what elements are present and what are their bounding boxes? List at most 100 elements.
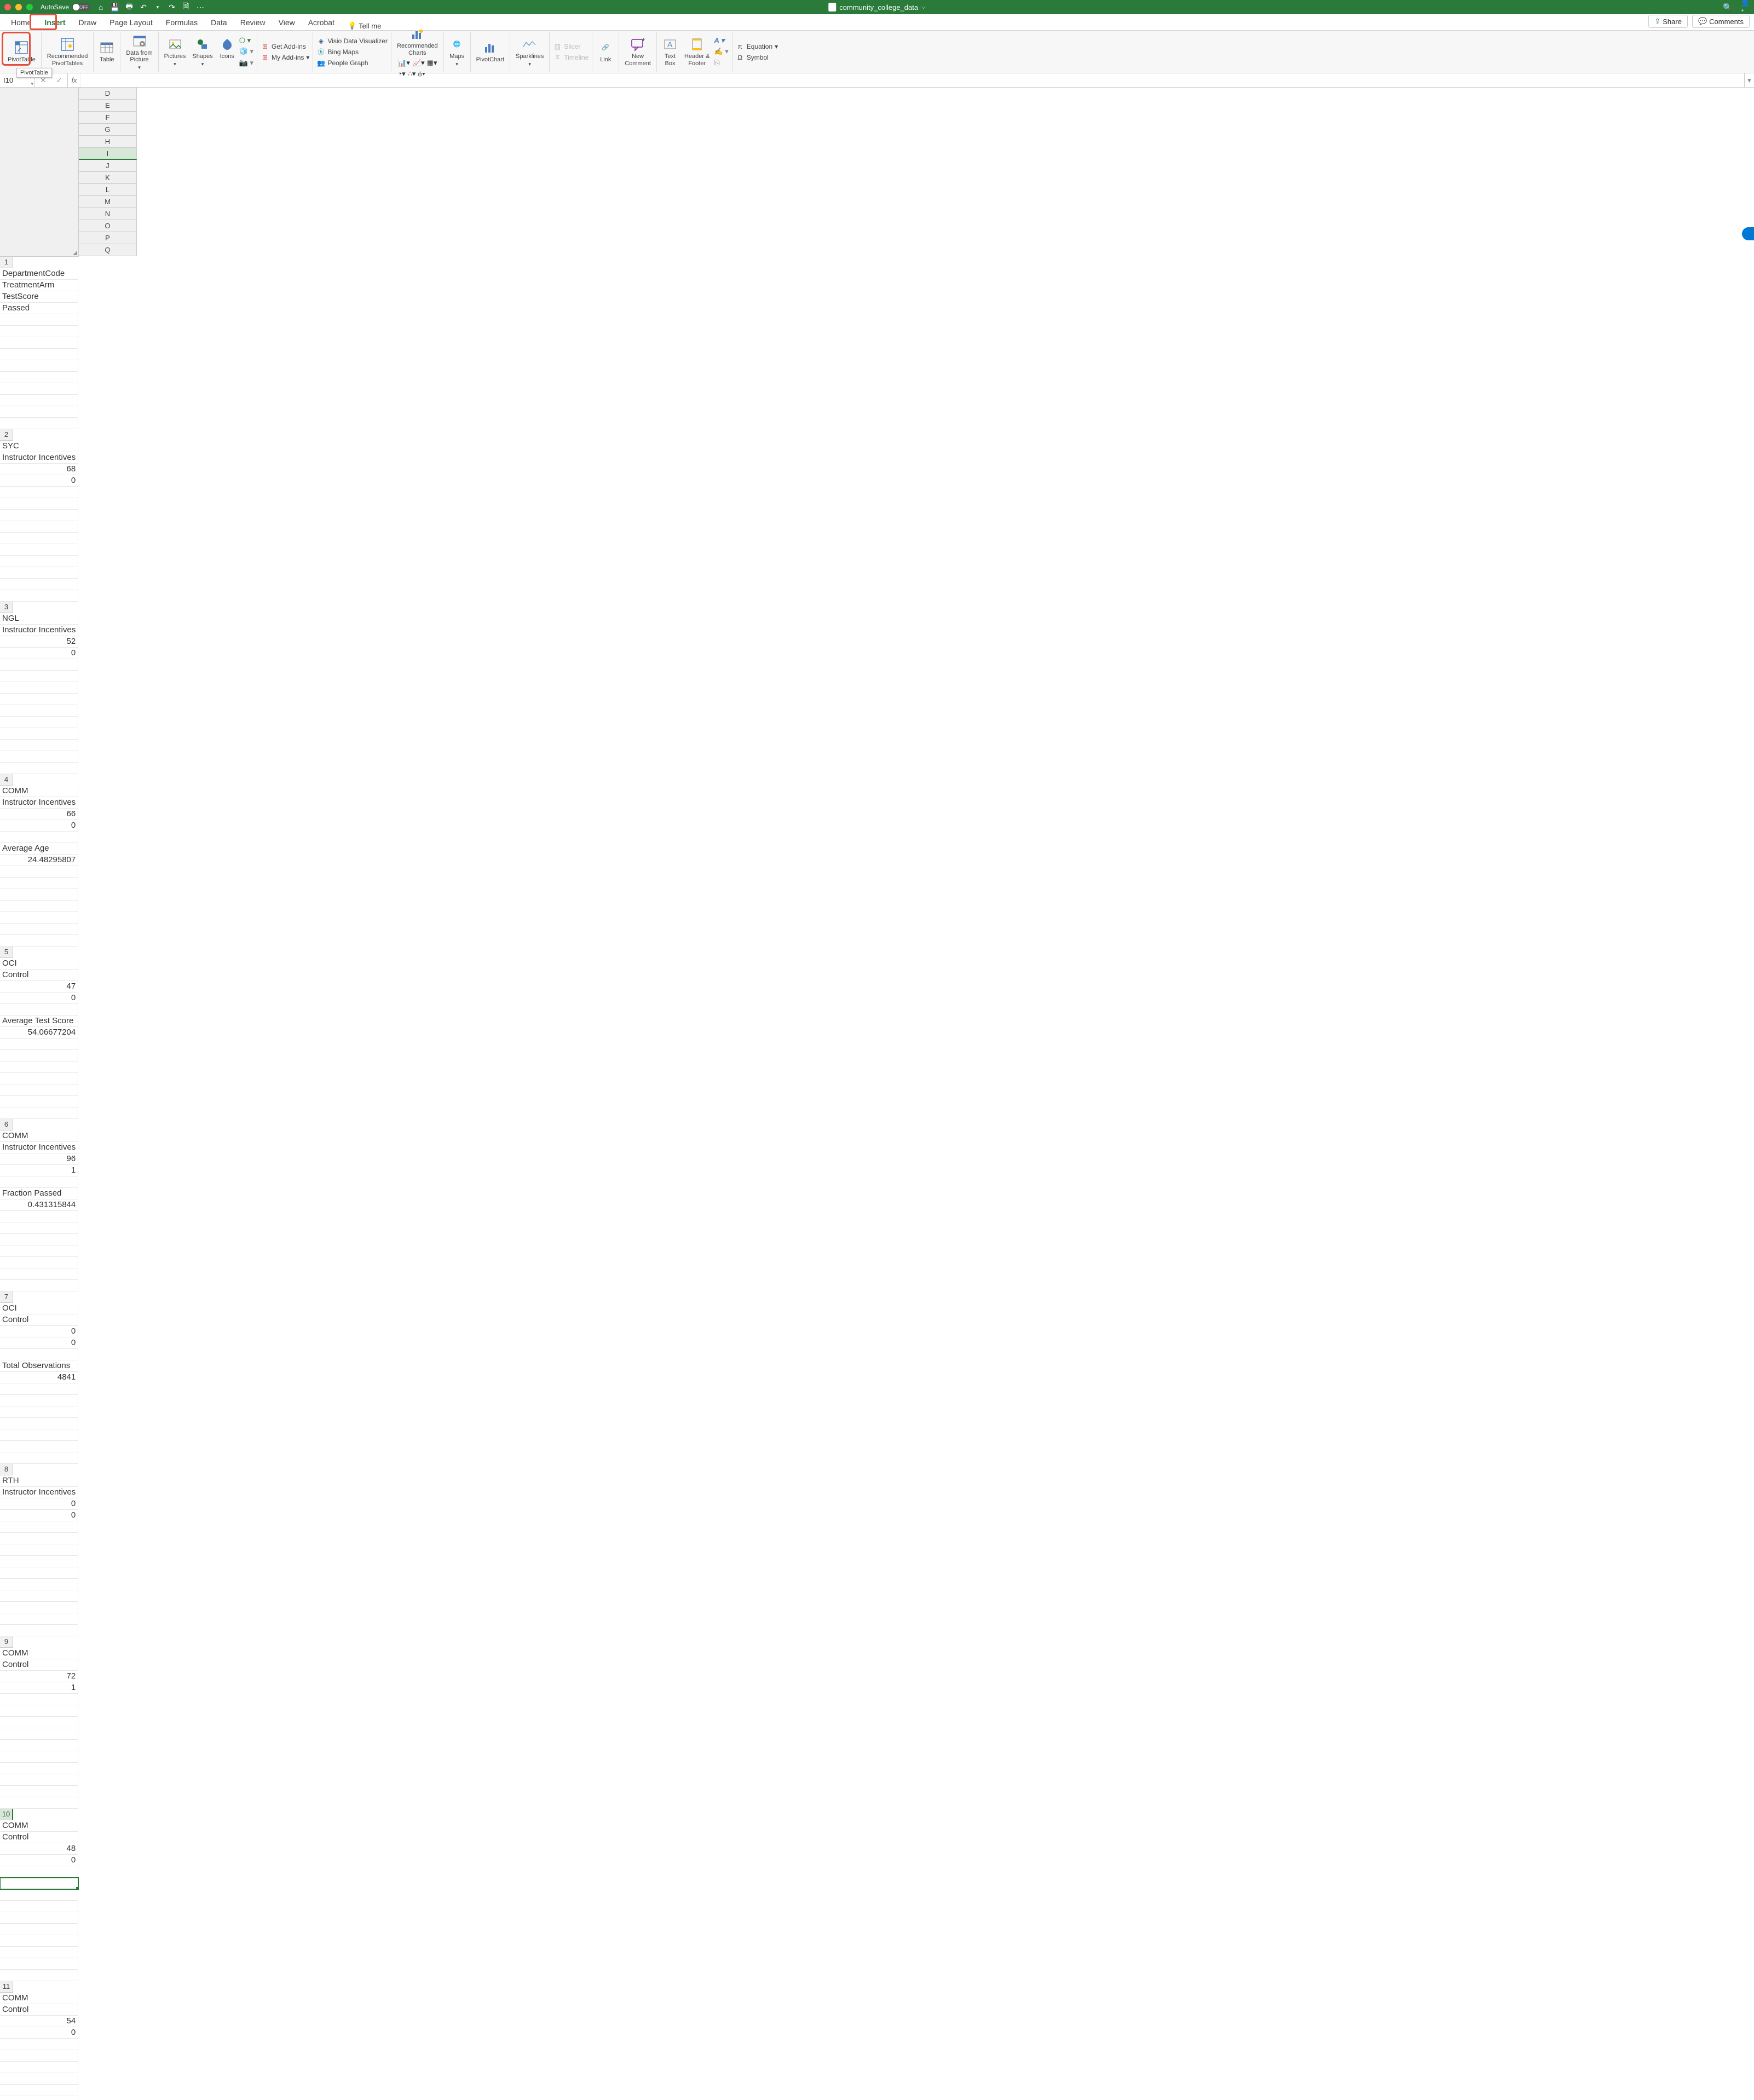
cell[interactable] [0,521,78,533]
symbol-button[interactable]: ΩSymbol [736,53,778,62]
cell[interactable]: 48 [0,1843,78,1855]
bar-chart-icon[interactable]: 📊▾ [397,59,410,67]
cell[interactable]: Total Observations [0,1360,78,1372]
cell[interactable] [0,1625,78,1636]
cell[interactable] [0,1924,78,1935]
cell[interactable]: COMM [0,1993,78,2004]
cell[interactable] [0,406,78,418]
hierarchy-chart-icon[interactable]: ▦▾ [427,59,437,67]
cell[interactable] [0,866,78,878]
autosave-toggle[interactable]: OFF [72,3,90,11]
people-graph-button[interactable]: 👥People Graph [316,58,388,68]
cell[interactable] [0,1912,78,1924]
cell[interactable] [0,1935,78,1947]
column-header-I[interactable]: I [79,148,137,160]
maximize-window[interactable] [26,4,33,10]
cell[interactable]: Control [0,970,78,981]
cell[interactable] [0,1694,78,1705]
new-comment-button[interactable]: + New Comment [622,36,653,68]
cell[interactable]: Average Age [0,843,78,855]
cell[interactable] [0,360,78,372]
cell[interactable]: Instructor Incentives [0,797,78,809]
cell[interactable] [0,498,78,510]
cell[interactable]: Fraction Passed [0,1188,78,1199]
cell[interactable] [0,1740,78,1751]
cell[interactable] [0,1222,78,1234]
undo-dropdown-icon[interactable]: ▾ [153,3,162,11]
row-header-10[interactable]: 10 [0,1809,13,1820]
autosave[interactable]: AutoSave OFF [41,3,90,11]
cell[interactable]: Instructor Incentives [0,1487,78,1498]
cell[interactable]: 68 [0,464,78,475]
cell[interactable] [0,935,78,947]
cell[interactable] [0,924,78,935]
cell[interactable] [0,1579,78,1590]
column-header-E[interactable]: E [79,100,137,112]
cell[interactable] [0,878,78,889]
new-doc-icon[interactable]: 🗎 [182,3,191,11]
cell[interactable] [0,590,78,602]
cell[interactable]: Instructor Incentives [0,452,78,464]
column-header-K[interactable]: K [79,172,137,184]
tab-page-layout[interactable]: Page Layout [103,15,159,30]
cell[interactable]: 0 [0,1855,78,1866]
row-header-11[interactable]: 11 [0,1981,13,1993]
row-header-5[interactable]: 5 [0,947,13,958]
redo-icon[interactable]: ↷ [168,3,176,11]
equation-button[interactable]: πEquation ▾ [736,42,778,51]
column-header-Q[interactable]: Q [79,244,137,256]
cell[interactable]: 0 [0,475,78,487]
cell[interactable] [0,1073,78,1084]
row-header-2[interactable]: 2 [0,429,13,441]
cell[interactable] [0,717,78,728]
tell-me[interactable]: 💡 Tell me [348,21,381,30]
cell[interactable]: DepartmentCode [0,268,78,280]
cell[interactable] [0,1441,78,1452]
row-header-6[interactable]: 6 [0,1119,13,1130]
cell[interactable] [0,1395,78,1406]
cell[interactable] [0,372,78,383]
cell[interactable] [0,1970,78,1981]
tab-insert[interactable]: Insert [38,15,72,30]
cell[interactable]: 0 [0,648,78,659]
cell[interactable] [0,694,78,705]
cell[interactable] [0,901,78,912]
smartart-icon[interactable]: ⬡ ▾ [239,36,253,45]
cell[interactable]: COMM [0,1130,78,1142]
share-button[interactable]: ⇪ Share [1648,15,1688,28]
cell[interactable]: 24.48295807 [0,855,78,866]
cell[interactable]: 0 [0,2027,78,2039]
share-people-icon[interactable]: 👤⁺ [1741,3,1750,11]
column-header-D[interactable]: D [79,88,137,100]
cell[interactable]: Control [0,1832,78,1843]
cell[interactable] [0,2073,78,2085]
link-button[interactable]: 🔗 Link [596,39,615,65]
cell[interactable] [0,1383,78,1395]
tab-home[interactable]: Home [4,15,38,30]
cell[interactable]: 1 [0,1682,78,1694]
fx-icon[interactable]: fx [68,73,81,87]
cell[interactable]: SYC [0,441,78,452]
cell[interactable] [0,579,78,590]
select-all-corner[interactable] [0,88,78,256]
cell[interactable] [0,1613,78,1625]
cell[interactable] [0,832,78,843]
object-icon[interactable]: ⎘ [714,59,728,67]
cell[interactable] [0,1234,78,1245]
combo-chart-icon[interactable]: ⫛▾ [418,70,425,78]
cell[interactable]: 0 [0,1498,78,1510]
cell[interactable]: Instructor Incentives [0,625,78,636]
cell[interactable] [0,2039,78,2050]
title-dropdown-icon[interactable]: ⌵ [921,4,926,10]
tab-review[interactable]: Review [234,15,272,30]
tab-draw[interactable]: Draw [72,15,103,30]
cell[interactable] [0,1050,78,1061]
cell[interactable]: 47 [0,981,78,993]
formula-input[interactable] [81,73,1744,87]
cell[interactable] [0,1878,78,1889]
visio-button[interactable]: ◈Visio Data Visualizer [316,36,388,46]
cell[interactable]: COMM [0,1648,78,1659]
cell[interactable]: 54 [0,2016,78,2027]
cell[interactable]: 72 [0,1671,78,1682]
scatter-chart-icon[interactable]: ∴▾ [408,70,416,78]
